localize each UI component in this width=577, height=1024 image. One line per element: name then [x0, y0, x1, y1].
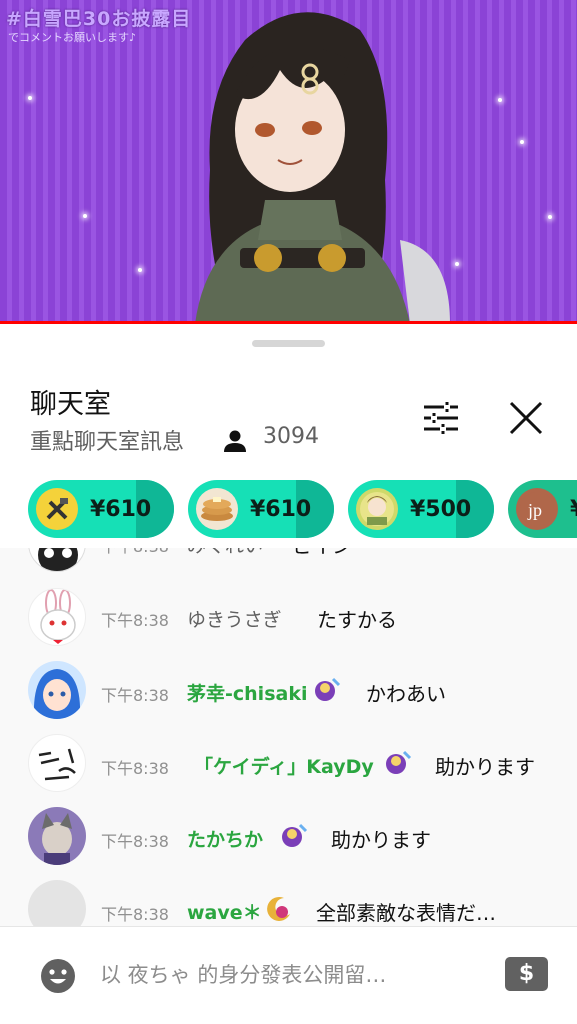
- message-time: 下午8:38: [101, 611, 169, 630]
- chat-message[interactable]: 下午8:38 茅幸-chisaki かわあい: [0, 661, 577, 721]
- message-text: 助かります: [435, 755, 535, 779]
- message-time: 下午8:38: [101, 905, 169, 924]
- chat-message-list[interactable]: 下午8:38 みくれい ビイン 下午8:38 ゆきうさぎ たすかる: [0, 548, 577, 926]
- author-name[interactable]: みくれい: [187, 548, 263, 558]
- sparkle: [138, 268, 142, 272]
- member-badge-icon: [315, 677, 341, 701]
- person-icon: [224, 430, 246, 452]
- message-text: ビイン: [292, 548, 352, 559]
- sparkle: [498, 98, 502, 102]
- super-chat-currency-icon[interactable]: $: [505, 957, 548, 991]
- message-time: 下午8:38: [101, 548, 169, 557]
- chat-message[interactable]: 下午8:38 みくれい ビイン: [0, 548, 577, 574]
- svg-text:jp: jp: [527, 500, 542, 520]
- character-avatar: [356, 488, 398, 530]
- sparkle: [28, 96, 32, 100]
- ticker-pill[interactable]: ¥610: [28, 480, 174, 538]
- sparkle: [520, 140, 524, 144]
- message-time: 下午8:38: [101, 686, 169, 705]
- viewer-count: 3094: [263, 424, 319, 449]
- chat-title: 聊天室: [30, 389, 111, 420]
- ticker-amount: ¥: [570, 497, 577, 522]
- avatar[interactable]: [28, 734, 86, 792]
- emoji-icon[interactable]: [40, 958, 76, 994]
- message-time: 下午8:38: [101, 759, 169, 778]
- filter-sliders-icon[interactable]: [423, 402, 459, 434]
- chat-message[interactable]: 下午8:38 ゆきうさぎ たすかる: [0, 588, 577, 648]
- chat-message[interactable]: 下午8:38 wave＊ 全部素敵な表情だ…: [0, 880, 577, 926]
- message-text: 助かります: [331, 828, 431, 852]
- vtuber-avatar-art: [195, 12, 450, 324]
- sparkle: [83, 214, 87, 218]
- hammer-wrench-avatar: [36, 488, 78, 530]
- avatar[interactable]: [28, 661, 86, 719]
- jp-avatar: jp: [516, 488, 558, 530]
- member-badge-icon: [267, 896, 290, 921]
- ticker-pill[interactable]: ¥610: [188, 480, 334, 538]
- live-chat-sheet: 聊天室 重點聊天室訊息 3094 ¥610 ¥610 ¥500 jp 下午8:3…: [0, 324, 577, 1024]
- ticker-pill[interactable]: ¥500: [348, 480, 494, 538]
- message-time: 下午8:38: [101, 832, 169, 851]
- video-player[interactable]: #白雪巴30お披露目 でコメントお願いします♪: [0, 0, 577, 324]
- author-name[interactable]: たかちか: [187, 825, 263, 852]
- avatar[interactable]: [28, 807, 86, 865]
- author-name[interactable]: 茅幸-chisaki: [187, 679, 307, 706]
- avatar[interactable]: [28, 548, 86, 572]
- chat-message[interactable]: 下午8:38 たかちか 助かります: [0, 807, 577, 867]
- author-name[interactable]: 「ケイディ」KayDy: [194, 752, 374, 779]
- chat-message[interactable]: 下午8:38 「ケイディ」KayDy 助かります: [0, 734, 577, 794]
- ticker-amount: ¥500: [410, 496, 472, 522]
- ticker-pill[interactable]: jp ¥: [508, 480, 577, 538]
- sparkle: [548, 215, 552, 219]
- drag-handle[interactable]: [252, 340, 325, 347]
- super-chat-ticker: ¥610 ¥610 ¥500 jp ¥: [0, 480, 577, 538]
- close-icon[interactable]: [508, 400, 544, 436]
- message-text: たすかる: [317, 608, 397, 632]
- member-badge-icon: [282, 823, 308, 847]
- stream-caption-sub: でコメントお願いします♪: [8, 31, 137, 44]
- avatar[interactable]: [28, 880, 86, 926]
- author-name[interactable]: ゆきうさぎ: [187, 605, 282, 632]
- avatar[interactable]: [28, 588, 86, 646]
- author-name[interactable]: wave＊: [187, 898, 262, 925]
- chat-input-bar: 以 夜ちゃ 的身分發表公開留… $: [0, 926, 577, 1024]
- member-badge-icon: [386, 750, 412, 774]
- ticker-amount: ¥610: [250, 496, 312, 522]
- ticker-amount: ¥610: [90, 496, 152, 522]
- message-text: 全部素敵な表情だ…: [316, 901, 496, 925]
- pancake-avatar: [196, 488, 238, 530]
- message-text: かわあい: [366, 682, 446, 706]
- chat-message-input[interactable]: 以 夜ちゃ 的身分發表公開留…: [100, 959, 386, 989]
- sparkle: [455, 262, 459, 266]
- chat-mode-selector[interactable]: 重點聊天室訊息: [30, 424, 184, 456]
